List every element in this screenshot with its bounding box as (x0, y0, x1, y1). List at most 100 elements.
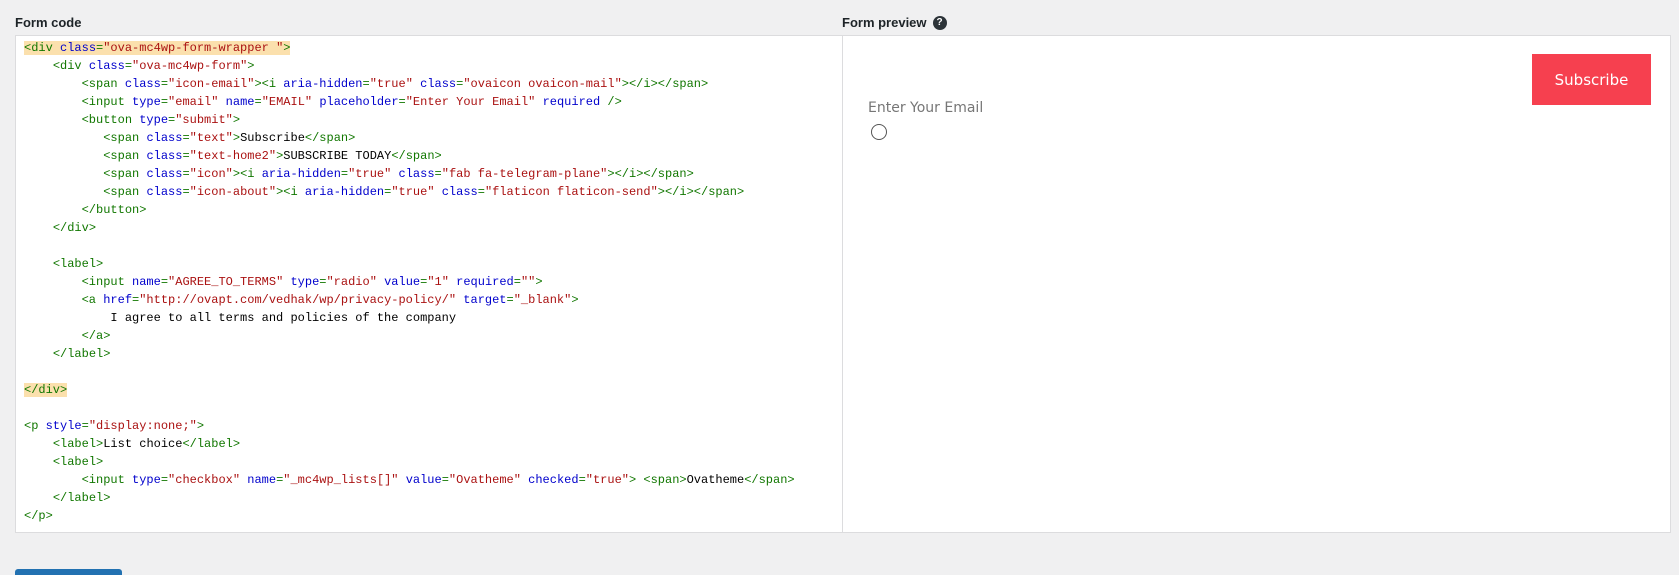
code-token: </a> (81, 329, 111, 343)
subscribe-button[interactable]: Subscribe (1532, 54, 1651, 105)
save-button-edge[interactable] (15, 569, 122, 575)
code-token: "Enter Your Email" (405, 95, 536, 109)
code-token: /> (600, 95, 622, 109)
email-input[interactable]: Enter Your Email (868, 100, 1468, 116)
code-token: = (182, 149, 190, 163)
code-token: = (441, 473, 449, 487)
code-token: name (225, 95, 255, 109)
code-token: value (405, 473, 442, 487)
code-token: <p (24, 419, 46, 433)
code-token: "" (520, 275, 536, 289)
form-code-label: Form code (15, 15, 81, 30)
code-token: required (456, 275, 514, 289)
code-line: <label> (24, 255, 842, 273)
code-token: </span> (304, 131, 356, 145)
code-token: = (124, 59, 133, 73)
code-token: > (283, 41, 291, 55)
code-token: "ova-mc4wp-form" (132, 59, 248, 73)
code-line: </div> (24, 219, 842, 237)
code-token: > (571, 293, 579, 307)
code-token: </span> (391, 149, 442, 163)
code-token: > <span> (628, 473, 687, 487)
code-token: </p> (24, 509, 53, 523)
code-token: = (506, 293, 514, 307)
code-token: class (441, 185, 478, 199)
code-token: aria-hidden (304, 185, 385, 199)
code-token: = (362, 77, 370, 91)
code-token: "ovaicon ovaicon-mail" (463, 77, 622, 91)
code-token: <input (81, 95, 133, 109)
code-token: "submit" (175, 113, 233, 127)
code-token: "true" (391, 185, 435, 199)
code-token: "text-home2" (189, 149, 277, 163)
help-icon[interactable]: ? (932, 15, 947, 30)
code-token: aria-hidden (283, 77, 363, 91)
code-line: </button> (24, 201, 842, 219)
code-token: name (247, 473, 277, 487)
code-token: "ova-mc4wp-form-wrapper " (103, 41, 284, 55)
code-line: <span class="text-home2">SUBSCRIBE TODAY… (24, 147, 842, 165)
code-token: <label> (52, 437, 104, 451)
code-content[interactable]: <div class="ova-mc4wp-form-wrapper "> <d… (16, 36, 842, 525)
code-token: "EMAIL" (261, 95, 313, 109)
code-token: > (247, 59, 255, 73)
code-token: "1" (427, 275, 449, 289)
code-token: <button (81, 113, 140, 127)
code-token: type (139, 113, 169, 127)
code-token: type (132, 473, 161, 487)
code-token: <input (81, 473, 133, 487)
code-token: </span> (744, 473, 795, 487)
agree-terms-radio[interactable] (871, 124, 887, 140)
code-token: = (434, 167, 442, 181)
code-token: = (477, 185, 485, 199)
code-token: "icon-about" (189, 185, 277, 199)
code-token: "true" (585, 473, 629, 487)
code-token: = (398, 95, 406, 109)
code-token: checked (528, 473, 579, 487)
code-token: > (232, 113, 241, 127)
code-token: "true" (348, 167, 392, 181)
code-token: <a (81, 293, 104, 307)
code-token: "email" (168, 95, 219, 109)
code-token: ><i (254, 77, 284, 91)
code-token: SUBSCRIBE TODAY (283, 149, 392, 163)
code-token: ></i></span> (621, 77, 709, 91)
form-preview-label: Form preview ? (842, 15, 947, 30)
code-token: <span (81, 77, 125, 91)
code-line: I agree to all terms and policies of the… (24, 309, 842, 327)
code-line: <div class="ova-mc4wp-form"> (24, 57, 842, 75)
code-token: "radio" (326, 275, 377, 289)
form-preview-panel: Enter Your Email Subscribe (842, 35, 1671, 533)
code-line: <label> (24, 453, 842, 471)
code-token: placeholder (319, 95, 399, 109)
code-token: </button> (81, 203, 147, 217)
code-token: class (146, 131, 183, 145)
code-token: = (160, 77, 169, 91)
code-token: type (290, 275, 320, 289)
code-token: Ovatheme (686, 473, 745, 487)
code-line: <span class="icon"><i aria-hidden="true"… (24, 165, 842, 183)
form-code-label-text: Form code (15, 15, 82, 30)
code-token: style (45, 419, 82, 433)
code-token: class (124, 77, 161, 91)
code-token: </div> (24, 383, 68, 397)
code-token: </div> (52, 221, 97, 235)
code-token: <div (24, 41, 61, 55)
code-line: </label> (24, 345, 842, 363)
code-editor[interactable]: <div class="ova-mc4wp-form-wrapper "> <d… (15, 35, 842, 533)
code-token: </label> (182, 437, 241, 451)
